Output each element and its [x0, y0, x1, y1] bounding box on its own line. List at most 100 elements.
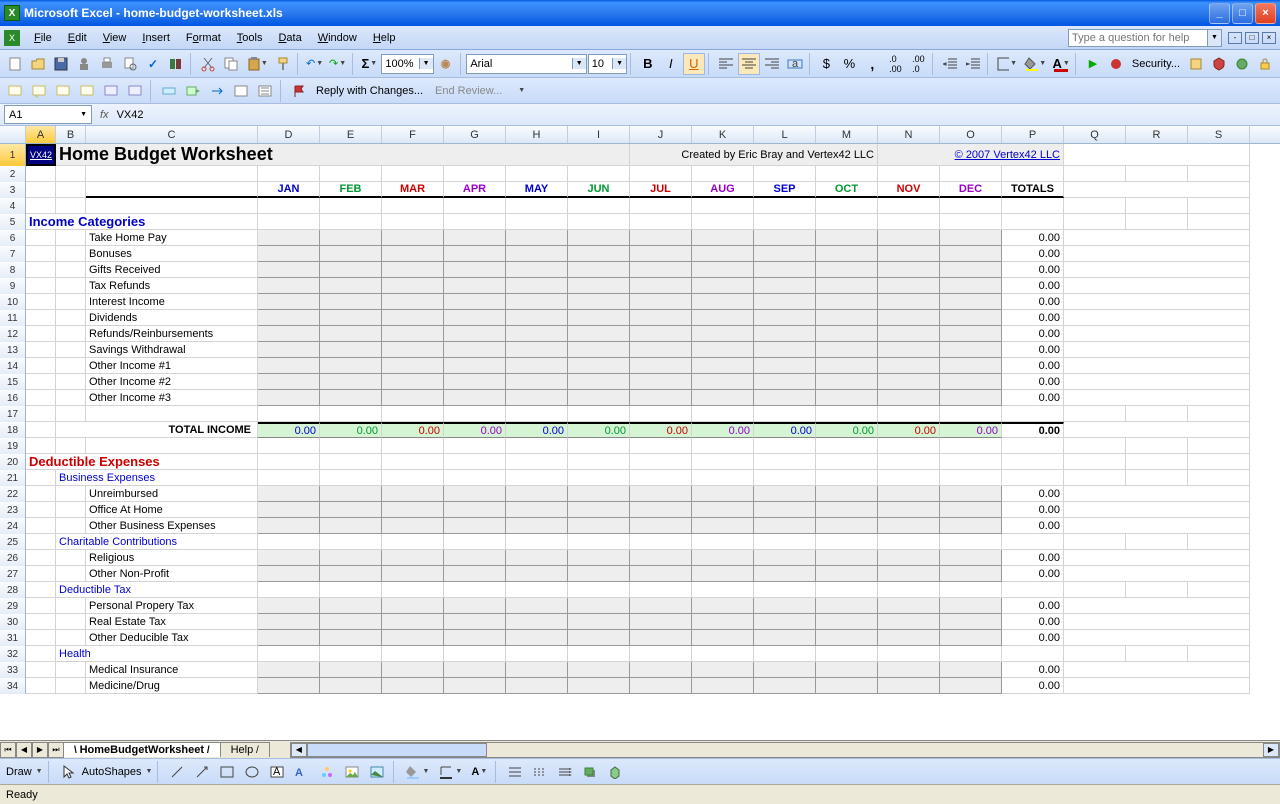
- increase-decimal-button[interactable]: .0.00: [884, 53, 906, 75]
- row-header-18[interactable]: 18: [0, 422, 26, 438]
- rev-icon5[interactable]: [100, 80, 122, 102]
- autosum-button[interactable]: Σ▼: [358, 53, 380, 75]
- col-header-D[interactable]: D: [258, 126, 320, 143]
- col-header-S[interactable]: S: [1188, 126, 1250, 143]
- col-header-E[interactable]: E: [320, 126, 382, 143]
- rectangle-button[interactable]: [216, 761, 238, 783]
- scroll-right-button[interactable]: ▶: [1263, 743, 1279, 757]
- row-header-13[interactable]: 13: [0, 342, 26, 358]
- minimize-button[interactable]: _: [1209, 3, 1230, 24]
- menu-file[interactable]: File: [26, 29, 60, 47]
- security-label[interactable]: Security...: [1128, 58, 1184, 70]
- col-header-A[interactable]: A: [26, 126, 56, 143]
- tab-prev-button[interactable]: ◀: [16, 742, 32, 758]
- fill-color-draw-button[interactable]: ▼: [402, 761, 432, 783]
- shadow-button[interactable]: [579, 761, 601, 783]
- font-color-button[interactable]: A▼: [1050, 53, 1072, 75]
- save-button[interactable]: [50, 53, 72, 75]
- menu-help[interactable]: Help: [365, 29, 404, 47]
- col-header-O[interactable]: O: [940, 126, 1002, 143]
- row-header-24[interactable]: 24: [0, 518, 26, 534]
- col-header-R[interactable]: R: [1126, 126, 1188, 143]
- row-header-8[interactable]: 8: [0, 262, 26, 278]
- col-header-N[interactable]: N: [878, 126, 940, 143]
- percent-button[interactable]: %: [838, 53, 860, 75]
- row-header-10[interactable]: 10: [0, 294, 26, 310]
- row-header-7[interactable]: 7: [0, 246, 26, 262]
- rev-dropdown[interactable]: ▼: [510, 80, 532, 102]
- rev-icon1[interactable]: [4, 80, 26, 102]
- rev-icon4[interactable]: [76, 80, 98, 102]
- help-search-input[interactable]: [1068, 29, 1208, 47]
- horizontal-scrollbar[interactable]: ◀ ▶: [290, 742, 1280, 758]
- research-button[interactable]: [165, 53, 187, 75]
- decrease-indent-button[interactable]: [939, 53, 961, 75]
- rev-icon9[interactable]: [206, 80, 228, 102]
- spreadsheet-grid[interactable]: ABCDEFGHIJKLMNOPQRS 1VX42Home Budget Wor…: [0, 126, 1280, 740]
- col-header-M[interactable]: M: [816, 126, 878, 143]
- row-header-9[interactable]: 9: [0, 278, 26, 294]
- line-color-button[interactable]: ▼: [435, 761, 465, 783]
- sheet-tab-help[interactable]: Help /: [220, 742, 270, 757]
- close-button[interactable]: ×: [1255, 3, 1276, 24]
- sec-icon3[interactable]: [1231, 53, 1253, 75]
- align-left-button[interactable]: [715, 53, 737, 75]
- autoshapes-menu[interactable]: AutoShapes: [82, 766, 142, 778]
- menu-tools[interactable]: Tools: [229, 29, 271, 47]
- bold-button[interactable]: B: [637, 53, 659, 75]
- zoom-combobox[interactable]: 100%▼: [381, 54, 433, 74]
- scroll-thumb[interactable]: [307, 743, 487, 757]
- col-header-K[interactable]: K: [692, 126, 754, 143]
- picture-button[interactable]: [366, 761, 388, 783]
- borders-button[interactable]: ▼: [994, 53, 1020, 75]
- rev-icon8[interactable]: [182, 80, 204, 102]
- row-header-22[interactable]: 22: [0, 486, 26, 502]
- font-size-combobox[interactable]: 10▼: [588, 54, 627, 74]
- restore-window-button[interactable]: -: [1228, 32, 1242, 44]
- sheet-tab-active[interactable]: \ HomeBudgetWorksheet /: [63, 742, 221, 757]
- menu-view[interactable]: View: [95, 29, 135, 47]
- row-header-5[interactable]: 5: [0, 214, 26, 230]
- row-header-30[interactable]: 30: [0, 614, 26, 630]
- wordart-button[interactable]: A: [291, 761, 313, 783]
- print-button[interactable]: [96, 53, 118, 75]
- reply-changes-button[interactable]: Reply with Changes...: [312, 85, 427, 97]
- diagram-button[interactable]: [316, 761, 338, 783]
- rev-icon11[interactable]: [254, 80, 276, 102]
- select-objects-button[interactable]: [57, 761, 79, 783]
- tab-last-button[interactable]: ⏭: [48, 742, 64, 758]
- row-header-11[interactable]: 11: [0, 310, 26, 326]
- draw-menu[interactable]: Draw: [6, 766, 32, 778]
- row-header-15[interactable]: 15: [0, 374, 26, 390]
- row-header-19[interactable]: 19: [0, 438, 26, 454]
- col-header-J[interactable]: J: [630, 126, 692, 143]
- col-header-C[interactable]: C: [86, 126, 258, 143]
- merge-center-button[interactable]: a: [784, 53, 806, 75]
- row-header-33[interactable]: 33: [0, 662, 26, 678]
- arrow-button[interactable]: [191, 761, 213, 783]
- menu-window[interactable]: Window: [310, 29, 365, 47]
- row-header-20[interactable]: 20: [0, 454, 26, 470]
- line-button[interactable]: [166, 761, 188, 783]
- row-header-14[interactable]: 14: [0, 358, 26, 374]
- textbox-button[interactable]: A: [266, 761, 288, 783]
- undo-button[interactable]: ↶▼: [304, 53, 326, 75]
- row-header-2[interactable]: 2: [0, 166, 26, 182]
- underline-button[interactable]: U: [683, 53, 705, 75]
- row-header-17[interactable]: 17: [0, 406, 26, 422]
- stop-red-button[interactable]: [1105, 53, 1127, 75]
- menu-edit[interactable]: Edit: [60, 29, 95, 47]
- row-header-31[interactable]: 31: [0, 630, 26, 646]
- rev-icon10[interactable]: [230, 80, 252, 102]
- oval-button[interactable]: [241, 761, 263, 783]
- rev-icon3[interactable]: [52, 80, 74, 102]
- permission-button[interactable]: [73, 53, 95, 75]
- menu-format[interactable]: Format: [178, 29, 229, 47]
- row-header-16[interactable]: 16: [0, 390, 26, 406]
- col-header-L[interactable]: L: [754, 126, 816, 143]
- row-header-28[interactable]: 28: [0, 582, 26, 598]
- font-color-draw-button[interactable]: A▼: [468, 761, 490, 783]
- col-header-F[interactable]: F: [382, 126, 444, 143]
- row-header-29[interactable]: 29: [0, 598, 26, 614]
- format-painter-button[interactable]: [272, 53, 294, 75]
